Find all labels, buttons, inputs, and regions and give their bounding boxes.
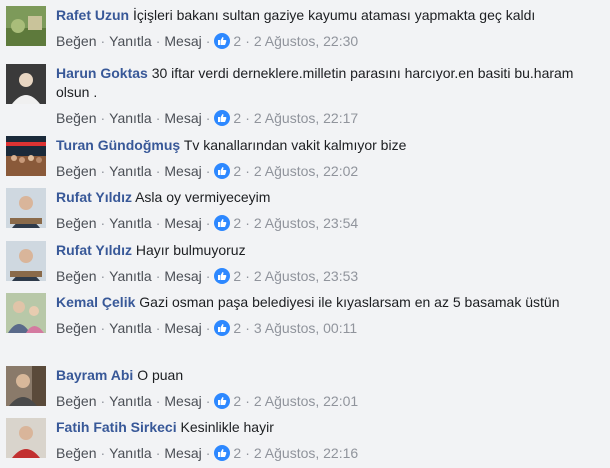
- reply-button[interactable]: Yanıtla: [109, 33, 152, 49]
- comment-timestamp[interactable]: 2 Ağustos, 22:17: [254, 110, 358, 126]
- comment-author[interactable]: Rafet Uzun: [56, 7, 129, 23]
- comment-author[interactable]: Bayram Abi: [56, 367, 133, 383]
- message-button[interactable]: Mesaj: [164, 163, 201, 179]
- comment-timestamp[interactable]: 2 Ağustos, 23:53: [254, 268, 358, 284]
- comment-item: Kemal Çelik Gazi osman paşa belediyesi i…: [6, 293, 606, 355]
- comment-item: Harun Goktas 30 iftar verdi derneklere.m…: [6, 64, 606, 126]
- comment-author[interactable]: Fatih Fatih Sirkeci: [56, 419, 177, 435]
- avatar[interactable]: [6, 418, 46, 458]
- reply-button[interactable]: Yanıtla: [109, 393, 152, 409]
- comment-timestamp[interactable]: 2 Ağustos, 23:54: [254, 215, 358, 231]
- comment-actions: Beğen · Yanıtla · Mesaj · 2 · 2 Ağustos, 22:02: [56, 163, 359, 179]
- avatar[interactable]: [6, 241, 46, 281]
- reply-button[interactable]: Yanıtla: [109, 268, 152, 284]
- reply-button[interactable]: Yanıtla: [109, 163, 152, 179]
- reply-button[interactable]: Yanıtla: [109, 320, 152, 336]
- comment-text: Tv kanallarından vakit kalmıyor bize: [183, 137, 407, 153]
- comment-timestamp[interactable]: 2 Ağustos, 22:01: [254, 393, 358, 409]
- comment-timestamp[interactable]: 2 Ağustos, 22:16: [254, 445, 358, 461]
- like-button[interactable]: Beğen: [56, 445, 96, 461]
- comment-item: Rafet Uzun İçişleri bakanı sultan gaziye…: [6, 6, 606, 52]
- comment-author[interactable]: Kemal Çelik: [56, 294, 135, 310]
- comment-text: O puan: [137, 367, 184, 383]
- reply-button[interactable]: Yanıtla: [109, 110, 152, 126]
- comment-author[interactable]: Rufat Yıldız: [56, 189, 132, 205]
- comment-actions: Beğen · Yanıtla · Mesaj · 2 · 2 Ağustos, 22:16: [56, 445, 359, 461]
- comment-timestamp[interactable]: 3 Ağustos, 00:11: [254, 320, 357, 336]
- comment-actions: Beğen · Yanıtla · Mesaj · 2 · 2 Ağustos, 22:30: [56, 33, 359, 49]
- like-count-icon[interactable]: [214, 393, 231, 409]
- avatar[interactable]: [6, 136, 46, 176]
- like-button[interactable]: Beğen: [56, 393, 96, 409]
- comment-author[interactable]: Rufat Yıldız: [56, 242, 132, 258]
- avatar[interactable]: [6, 64, 46, 104]
- comment-text: İçişleri bakanı sultan gaziye kayumu ata…: [133, 7, 536, 23]
- like-count-icon[interactable]: [214, 268, 231, 284]
- like-button[interactable]: Beğen: [56, 163, 96, 179]
- comment-author[interactable]: Turan Gündoğmuş: [56, 137, 180, 153]
- message-button[interactable]: Mesaj: [164, 215, 201, 231]
- avatar[interactable]: [6, 188, 46, 228]
- comment-text: Asla oy vermiyeceyim: [135, 189, 271, 205]
- comment-text: Gazi osman paşa belediyesi ile kıyaslars…: [139, 294, 560, 310]
- message-button[interactable]: Mesaj: [164, 33, 201, 49]
- like-button[interactable]: Beğen: [56, 215, 96, 231]
- like-count-icon[interactable]: [214, 445, 231, 461]
- comment-timestamp[interactable]: 2 Ağustos, 22:02: [254, 163, 358, 179]
- comment-item: Bayram Abi O puan Beğen · Yanıtla · Mesaj · 2 ·…: [6, 366, 606, 412]
- comment-text: Hayır bulmuyoruz: [135, 242, 246, 258]
- like-count-icon[interactable]: [214, 33, 231, 49]
- like-button[interactable]: Beğen: [56, 268, 96, 284]
- message-button[interactable]: Mesaj: [164, 393, 201, 409]
- comment-actions: Beğen · Yanıtla · Mesaj · 2 · 2 Ağustos, 23:53: [56, 268, 359, 284]
- comment-author[interactable]: Harun Goktas: [56, 65, 148, 81]
- reply-button[interactable]: Yanıtla: [109, 445, 152, 461]
- comment-item: Turan Gündoğmuş Tv kanallarından vakit k…: [6, 136, 606, 182]
- like-count-icon[interactable]: [214, 110, 231, 126]
- message-button[interactable]: Mesaj: [164, 268, 201, 284]
- comment-actions: Beğen · Yanıtla · Mesaj · 2 · 2 Ağustos, 22:17: [56, 110, 359, 126]
- avatar[interactable]: [6, 366, 46, 406]
- comment-actions: Beğen · Yanıtla · Mesaj · 2 · 2 Ağustos, 23:54: [56, 215, 359, 231]
- comment-item: Rufat Yıldız Hayır bulmuyoruz Beğen · Yanı…: [6, 241, 606, 287]
- comment-timestamp[interactable]: 2 Ağustos, 22:30: [254, 33, 358, 49]
- like-count-icon[interactable]: [214, 215, 231, 231]
- message-button[interactable]: Mesaj: [164, 320, 201, 336]
- comment-actions: Beğen · Yanıtla · Mesaj · 2 · 3 Ağustos, 00:11: [56, 320, 358, 336]
- like-count-icon[interactable]: [214, 320, 231, 336]
- message-button[interactable]: Mesaj: [164, 445, 201, 461]
- reply-button[interactable]: Yanıtla: [109, 215, 152, 231]
- like-button[interactable]: Beğen: [56, 110, 96, 126]
- comment-item: Fatih Fatih Sirkeci Kesinlikle hayir Beğ…: [6, 418, 606, 464]
- like-button[interactable]: Beğen: [56, 33, 96, 49]
- comment-text: Kesinlikle hayir: [180, 419, 274, 435]
- like-count-icon[interactable]: [214, 163, 231, 179]
- comment-item: Rufat Yıldız Asla oy vermiyeceyim Beğen ·…: [6, 188, 606, 234]
- avatar[interactable]: [6, 6, 46, 46]
- avatar[interactable]: [6, 293, 46, 333]
- message-button[interactable]: Mesaj: [164, 110, 201, 126]
- like-button[interactable]: Beğen: [56, 320, 96, 336]
- comment-actions: Beğen · Yanıtla · Mesaj · 2 · 2 Ağustos, 22:01: [56, 393, 359, 409]
